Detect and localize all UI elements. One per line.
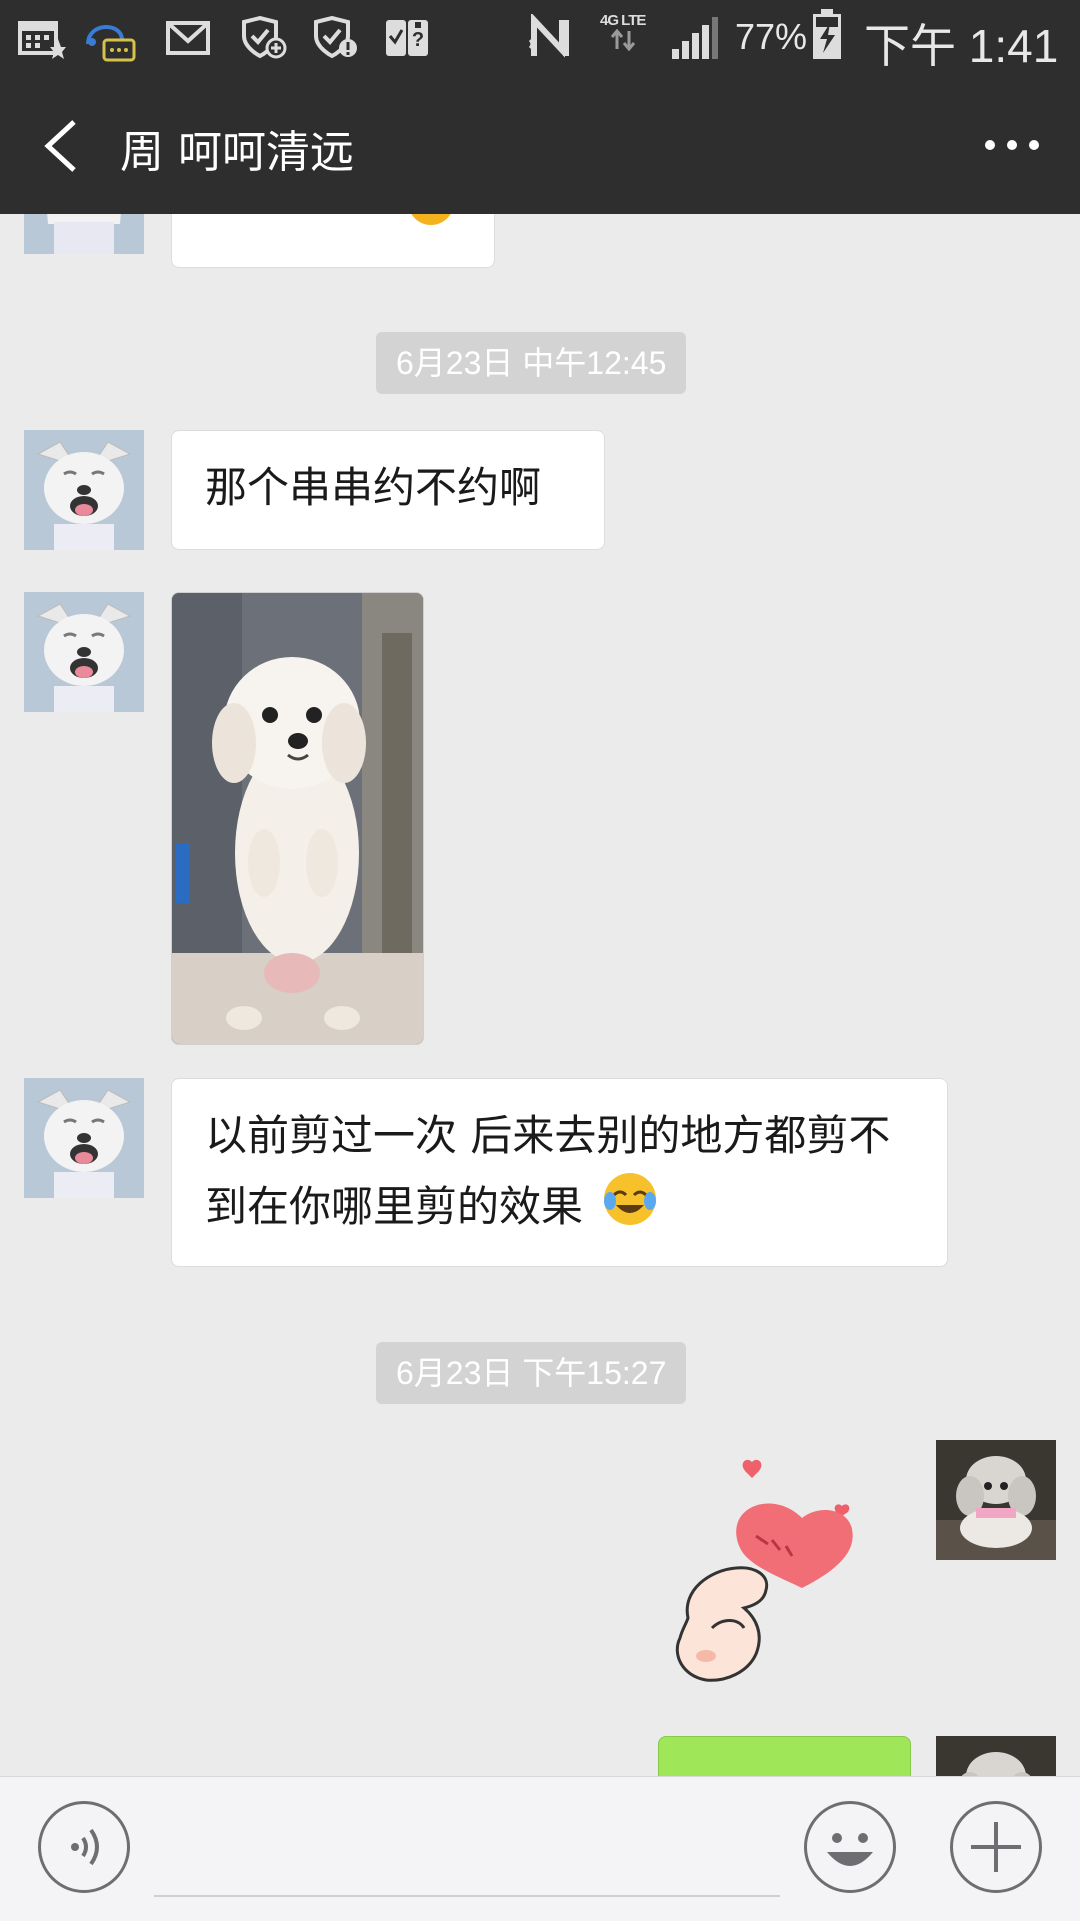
avatar-dog-contact[interactable] — [24, 430, 144, 550]
message-input[interactable] — [154, 1895, 780, 1897]
more-options-button[interactable] — [982, 130, 1042, 160]
voice-icon — [71, 1828, 99, 1866]
avatar-dog-contact[interactable] — [24, 592, 144, 712]
message-text: 以前剪过一次 后来去别的地方都剪不到在你哪里剪的效果 — [205, 1111, 891, 1231]
data-arrows-icon: 4G LTE — [600, 12, 646, 60]
status-bar: ? 4G LTE 77% 下午 1:41 — [0, 0, 1080, 78]
shield-plus-icon — [240, 14, 288, 62]
sim-toolkit-icon: ? — [384, 14, 430, 62]
svg-text:?: ? — [412, 29, 424, 51]
plus-icon — [971, 1822, 1021, 1872]
back-button[interactable] — [38, 114, 98, 178]
status-time: 下午 1:41 — [864, 20, 1059, 72]
battery-charging-icon — [810, 9, 844, 59]
avatar-poodle-me[interactable] — [936, 1736, 1056, 1776]
crying-laughing-emoji-icon — [602, 1171, 658, 1248]
battery-percent: 77% — [735, 16, 808, 57]
input-bar — [0, 1776, 1080, 1921]
message-bubble-text[interactable]: 那个串串约不约啊 — [171, 430, 605, 550]
chat-messages[interactable]: 6月23日 中午12:45 那个串串约不约啊 以前剪过一次 后来去别的地方都剪不… — [0, 214, 1080, 1776]
emoji-partial — [408, 214, 454, 225]
voice-input-button[interactable] — [38, 1801, 130, 1893]
sent-message-bubble-partial[interactable] — [658, 1736, 911, 1776]
puppy-photo — [172, 593, 423, 1044]
avatar-poodle-me[interactable] — [936, 1440, 1056, 1560]
nfc-icon — [528, 14, 576, 62]
more-functions-button[interactable] — [950, 1801, 1042, 1893]
photo-message[interactable] — [171, 592, 424, 1045]
chat-header: 周 呵呵清远 — [0, 78, 1080, 214]
avatar-dog-contact[interactable] — [24, 1078, 144, 1198]
timestamp-pill: 6月23日 下午15:27 — [376, 1342, 687, 1404]
avatar-dog-contact[interactable] — [24, 214, 144, 254]
network-label: 4G LTE — [600, 12, 646, 29]
mail-icon — [166, 14, 210, 62]
calendar-star-icon — [18, 14, 66, 62]
shield-alert-icon — [312, 14, 360, 62]
smiley-icon — [827, 1833, 873, 1866]
chat-title: 周 呵呵清远 — [120, 127, 354, 178]
emoji-button[interactable] — [804, 1801, 896, 1893]
heart-hand-sticker[interactable] — [652, 1458, 862, 1690]
signal-icon — [670, 14, 720, 62]
message-bubble-text[interactable]: 以前剪过一次 后来去别的地方都剪不到在你哪里剪的效果 — [171, 1078, 948, 1267]
chat-bot-icon — [82, 14, 136, 62]
message-text: 那个串串约不约啊 — [205, 463, 542, 512]
timestamp-pill: 6月23日 中午12:45 — [376, 332, 687, 394]
message-bubble-partial[interactable] — [171, 214, 495, 268]
